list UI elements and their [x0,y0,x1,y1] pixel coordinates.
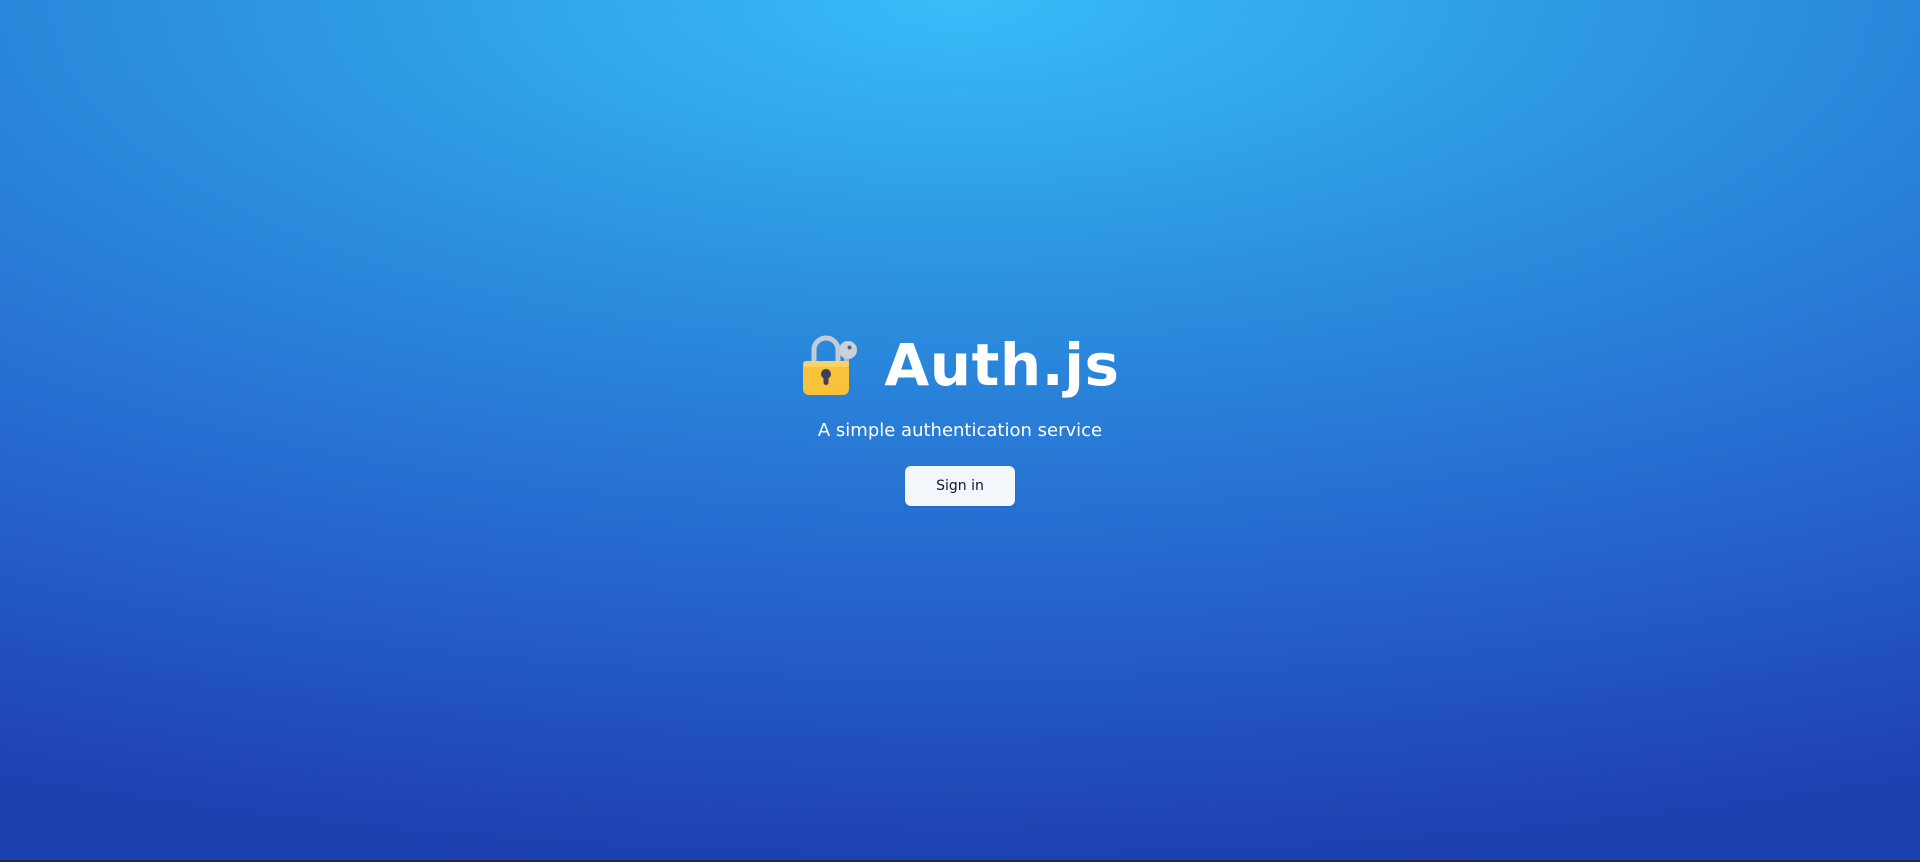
hero-section: Auth.js A simple authentication service … [0,330,1920,506]
sign-in-button[interactable]: Sign in [905,466,1015,506]
page-subtitle: A simple authentication service [817,420,1103,441]
lock-with-key-icon [803,335,858,395]
page-title: Auth.js [884,331,1120,399]
title-row: Auth.js [800,330,1119,400]
